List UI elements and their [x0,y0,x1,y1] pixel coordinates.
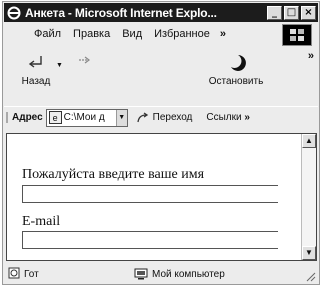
ie-logo-icon [7,6,21,20]
stop-label: Остановить [208,76,264,87]
email-input[interactable] [22,231,278,249]
back-button[interactable]: Назад [16,52,56,87]
links-button[interactable]: Ссылки » [206,112,250,123]
vertical-scrollbar[interactable]: ▲ ▼ [301,134,316,260]
scroll-down-icon[interactable]: ▼ [302,246,316,260]
toolbar-more-chevron[interactable]: » [308,50,314,62]
back-dropdown-icon[interactable]: ▼ [56,62,63,69]
menu-file[interactable]: Файл [34,28,61,40]
email-label: E-mail [22,214,61,229]
menu-more-chevron[interactable]: » [220,28,226,40]
security-zone: Мой компьютер [134,268,225,280]
standard-toolbar: Назад ▼ Остановить » [4,48,318,104]
forward-button[interactable] [64,52,104,76]
address-bar: Адрес e C:\Мои д ▼ Переход Ссылки » [4,106,318,128]
page-status-icon [8,267,20,282]
zone-label: Мой компьютер [152,268,225,280]
windows-logo-icon [282,24,312,46]
menu-favorites[interactable]: Избранное [154,28,210,40]
browser-window: Анкета - Microsoft Internet Explo... _ □… [2,1,320,285]
address-dropdown-icon[interactable]: ▼ [115,109,127,126]
address-field[interactable]: e C:\Мои д ▼ [45,108,128,127]
maximize-button[interactable]: □ [284,5,299,20]
links-label: Ссылки [206,112,242,123]
links-more-chevron: » [244,112,250,123]
name-input[interactable] [22,185,278,203]
menu-edit[interactable]: Правка [73,28,110,40]
status-bar: Гот Мой компьютер [4,264,318,284]
status-text: Гот [24,268,39,280]
stop-button[interactable]: Остановить [200,52,272,87]
back-label: Назад [21,76,51,87]
go-button[interactable]: Переход [136,111,193,124]
menu-bar: Файл Правка Вид Избранное » [4,23,318,46]
menu-view[interactable]: Вид [122,28,142,40]
go-arrow-icon [137,111,148,122]
back-arrow-icon [28,56,42,68]
name-label: Пожалуйста введите ваше имя [22,167,205,182]
address-value[interactable]: C:\Мои д [64,112,105,123]
forward-arrow-icon [79,56,90,64]
title-bar: Анкета - Microsoft Internet Explo... _ □… [4,3,318,22]
minimize-button[interactable]: _ [267,5,282,20]
stop-icon [231,55,246,71]
close-button[interactable]: × [301,5,316,20]
page-icon: e [48,111,62,124]
go-label: Переход [152,112,193,123]
resize-grip-icon[interactable] [304,270,316,282]
my-computer-icon [134,268,148,280]
window-title: Анкета - Microsoft Internet Explo... [25,5,217,20]
address-label: Адрес [6,112,43,123]
scroll-up-icon[interactable]: ▲ [302,134,316,148]
page-content: Пожалуйста введите ваше имя E-mail ▲ ▼ [6,133,317,261]
